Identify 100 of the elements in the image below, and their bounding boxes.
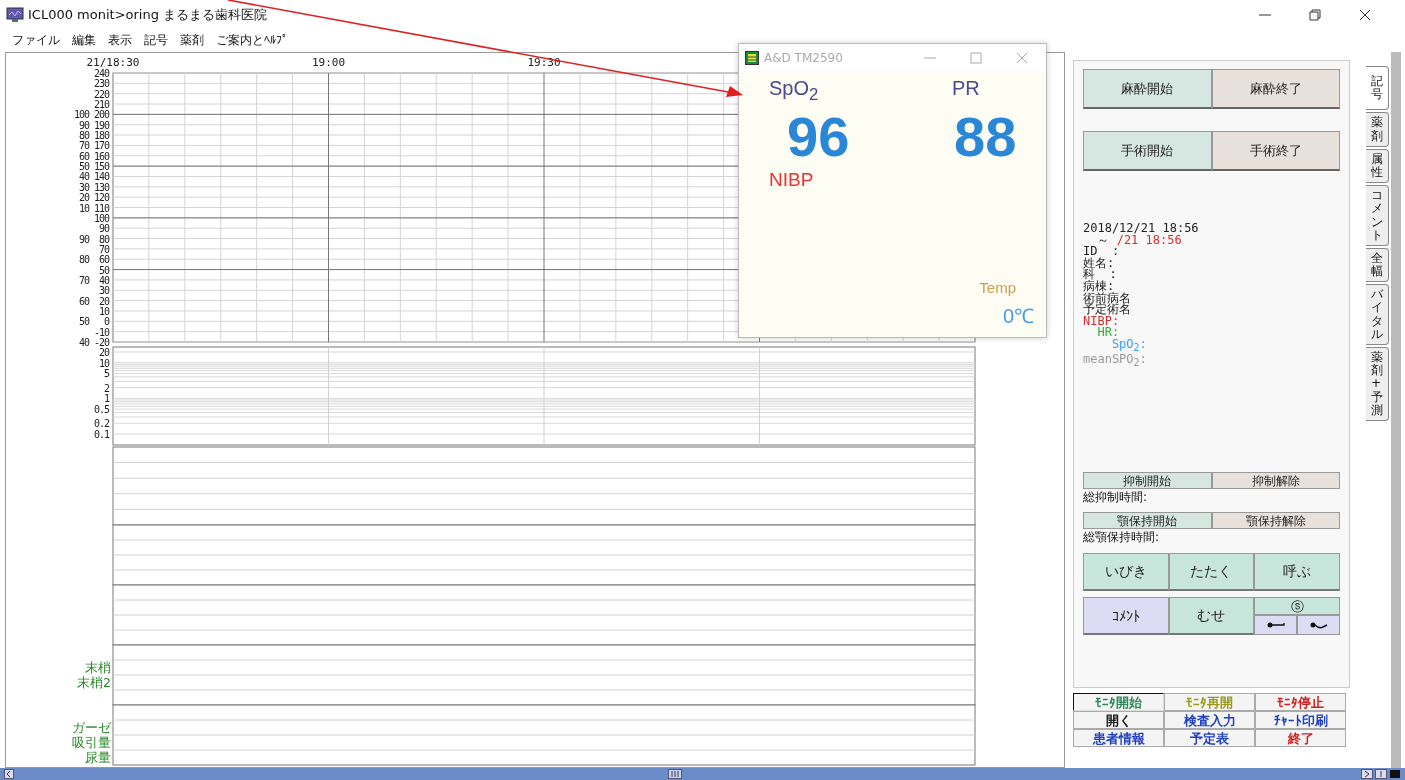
s-mark-button[interactable]: ⓢ [1254, 597, 1340, 615]
end-time-text: /21 18:56 [1116, 232, 1182, 247]
phase-button[interactable]: 麻酔開始 [1083, 69, 1212, 109]
axis-tick-label: 230 [93, 78, 109, 90]
info-text: 姓名: [1083, 255, 1115, 270]
axis-tick-label: 5 [103, 368, 109, 380]
side-tab[interactable]: バイタル [1366, 284, 1389, 345]
command-button[interactable]: 患者情報 [1073, 729, 1164, 747]
monitor-app-icon [745, 50, 759, 65]
time-label: 19:00 [311, 56, 346, 69]
axis-tick-label: 10 [98, 305, 109, 317]
axis-tick-label: 90 [78, 119, 89, 131]
event-button[interactable]: 呼ぶ [1254, 553, 1340, 591]
horizontal-scrollbar[interactable] [0, 768, 1405, 780]
dot-wave-button[interactable] [1297, 615, 1340, 635]
axis-tick-label: 130 [93, 181, 109, 193]
row-label: 吸引量 [72, 735, 111, 750]
pulse-rate-label: PR [951, 77, 981, 101]
side-tab[interactable]: 記号 [1366, 66, 1389, 111]
axis-tick-label: 70 [78, 274, 89, 286]
total-time-label: 総抑制時間: [1083, 489, 1149, 506]
info-text: meanSPO$_{2}$: [1083, 351, 1147, 366]
temp-label: Temp [979, 279, 1016, 296]
info-text: 2018/12/21 18:56 [1083, 221, 1199, 235]
menu-item[interactable]: 表示 [108, 31, 132, 49]
side-tab[interactable]: 薬剤+予測 [1366, 347, 1389, 421]
menu-item[interactable]: ファイル [12, 31, 60, 49]
axis-tick-label: 0.2 [93, 418, 109, 430]
command-button[interactable]: 開く [1073, 711, 1164, 729]
spo2-value: 96 [786, 105, 851, 169]
axis-tick-label: 90 [98, 223, 109, 235]
dot-line-button[interactable] [1254, 615, 1298, 635]
axis-tick-label: 140 [93, 171, 109, 183]
axis-tick-label: 40 [98, 274, 109, 286]
jaw-hold-button[interactable]: 顎保持開始 [1083, 512, 1212, 529]
event-button[interactable]: いびき [1083, 553, 1169, 591]
axis-tick-label: 90 [78, 233, 89, 245]
axis-tick-label: 0 [103, 316, 109, 328]
close-icon[interactable] [1359, 9, 1371, 21]
scroll-left-icon[interactable] [4, 769, 14, 779]
side-tab[interactable]: 薬剤 [1366, 112, 1389, 147]
scroll-end-icon[interactable] [1361, 769, 1401, 779]
pulse-rate-value: 88 [953, 105, 1018, 169]
phase-button[interactable]: 麻酔終了 [1211, 69, 1340, 109]
axis-tick-label: 2 [103, 382, 109, 394]
menu-item[interactable]: ご案内とﾍﾙﾌﾟ [216, 31, 288, 49]
axis-tick-label: 180 [93, 130, 109, 142]
command-button[interactable]: ﾁｬｰﾄ印刷 [1255, 711, 1346, 729]
axis-tick-label: 100 [73, 109, 89, 121]
restraint-button[interactable]: 抑制解除 [1211, 472, 1340, 489]
command-button[interactable]: 検査入力 [1164, 711, 1255, 729]
event-button[interactable]: たたく [1168, 553, 1255, 591]
menu-item[interactable]: 記号 [144, 31, 168, 49]
phase-button[interactable]: 手術終了 [1211, 131, 1340, 171]
temp-value: 0℃ [1002, 304, 1034, 329]
app-monitor-icon [6, 7, 24, 23]
axis-tick-label: 110 [93, 202, 109, 214]
vertical-scrollbar[interactable] [1391, 52, 1401, 770]
command-button[interactable]: 終了 [1255, 729, 1346, 747]
menu-item[interactable]: 編集 [72, 31, 96, 49]
command-button[interactable]: ﾓﾆﾀ開始 [1073, 693, 1164, 711]
time-label: 21/18:30 [86, 56, 140, 69]
time-label: 19:30 [527, 56, 561, 69]
restore-icon[interactable] [1309, 9, 1321, 21]
event-button[interactable]: ｺﾒﾝﾄ [1083, 597, 1169, 635]
axis-tick-label: 0.5 [93, 404, 109, 416]
axis-tick-label: 40 [78, 337, 89, 348]
side-tab[interactable]: 全幅 [1366, 247, 1389, 283]
axis-tick-label: 200 [93, 109, 109, 121]
axis-tick-label: 80 [78, 130, 89, 142]
command-button[interactable]: ﾓﾆﾀ停止 [1255, 693, 1346, 711]
axis-tick-label: 1 [103, 393, 109, 405]
axis-tick-label: 20 [98, 347, 109, 358]
axis-tick-label: 210 [93, 99, 109, 111]
axis-tick-label: 240 [93, 68, 109, 79]
jaw-hold-button[interactable]: 顎保持解除 [1211, 512, 1340, 529]
axis-tick-label: 160 [93, 150, 109, 162]
axis-tick-label: 80 [78, 254, 89, 266]
axis-tick-label: -10 [93, 326, 109, 338]
axis-tick-label: 60 [78, 150, 89, 162]
event-button[interactable]: むせ [1168, 597, 1255, 635]
axis-tick-label: -20 [93, 337, 109, 348]
command-button[interactable]: 予定表 [1164, 729, 1255, 747]
axis-tick-label: 20 [78, 192, 89, 204]
menu-item[interactable]: 薬剤 [180, 31, 204, 49]
scroll-thumb-icon[interactable] [668, 769, 682, 779]
restraint-button[interactable]: 抑制開始 [1083, 472, 1212, 489]
side-tab[interactable]: コメント [1366, 185, 1389, 246]
side-tab[interactable]: 属性 [1366, 148, 1389, 184]
axis-tick-label: 100 [93, 212, 109, 224]
row-label: 尿量 [85, 750, 111, 765]
dot-line-icon [1266, 622, 1285, 628]
window-title: ICL000 monit>oring まるまる歯科医院 [28, 6, 268, 24]
axis-tick-label: 150 [93, 161, 109, 173]
phase-button[interactable]: 手術開始 [1083, 131, 1212, 171]
axis-tick-label: 120 [93, 192, 109, 204]
axis-tick-label: 0.1 [93, 429, 109, 440]
axis-tick-label: 10 [98, 357, 109, 369]
spo2-label: SpO$_{2}$ [769, 77, 820, 105]
row-label: 末梢2 [77, 675, 111, 690]
